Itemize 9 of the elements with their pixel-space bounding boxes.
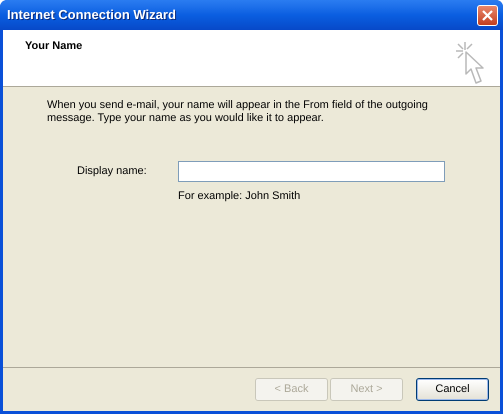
example-hint: For example: John Smith [178,189,302,204]
intro-text: When you send e-mail, your name will appear in the From field of the outgoing message. Type your name as you would like it to appear. [47,99,429,125]
field-label: Display name: [77,164,148,180]
display-name-field[interactable] [178,161,445,182]
wizard-button[interactable]: Cancel [416,378,489,401]
close-button[interactable] [477,4,498,26]
page-title: Your Name [25,39,82,54]
close-icon [482,10,493,20]
window-title: Internet Connection Wizard [7,6,176,24]
